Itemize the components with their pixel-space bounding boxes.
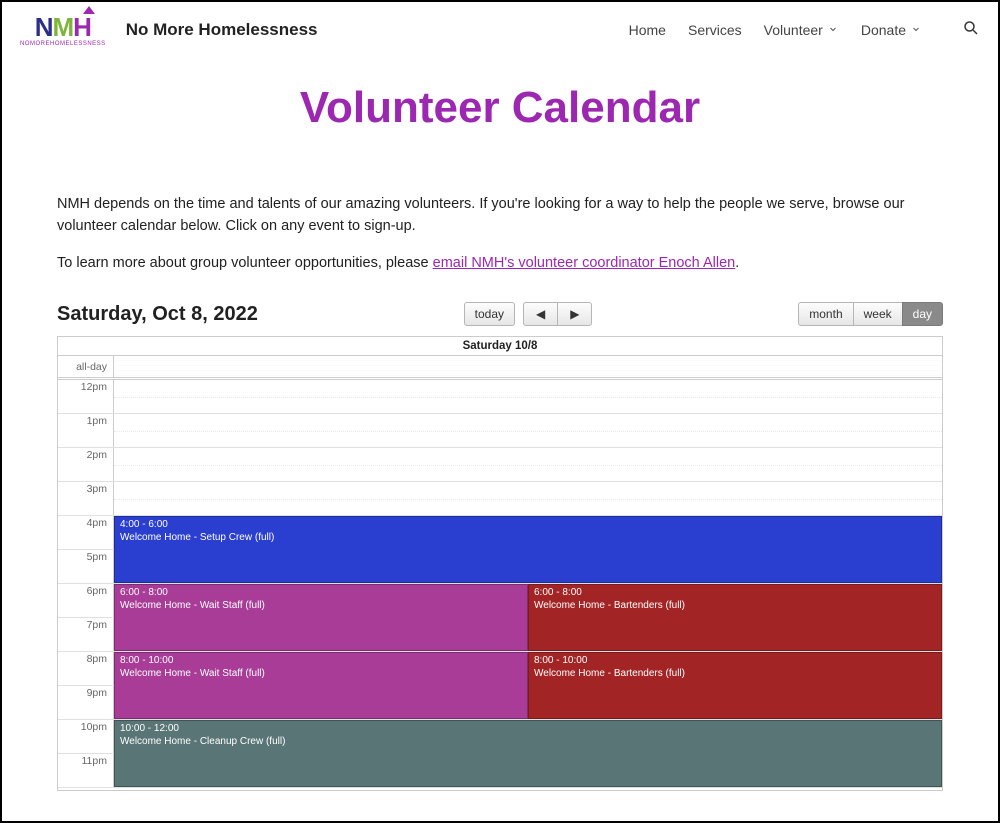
hour-label: 11pm <box>58 754 114 787</box>
event-title: Welcome Home - Setup Crew (full) <box>120 531 936 544</box>
calendar-event[interactable]: 4:00 - 6:00Welcome Home - Setup Crew (fu… <box>114 516 942 583</box>
event-time: 6:00 - 8:00 <box>534 587 936 599</box>
nav-donate[interactable]: Donate <box>861 22 922 38</box>
calendar-event[interactable]: 10:00 - 12:00Welcome Home - Cleanup Crew… <box>114 720 942 787</box>
coordinator-email-link[interactable]: email NMH's volunteer coordinator Enoch … <box>433 255 736 271</box>
view-week-button[interactable]: week <box>853 302 903 326</box>
calendar-grid: Saturday 10/8 all-day 12pm1pm2pm3pm4pm5p… <box>57 336 943 791</box>
event-time: 6:00 - 8:00 <box>120 587 522 599</box>
event-title: Welcome Home - Bartenders (full) <box>534 667 936 680</box>
calendar: Saturday, Oct 8, 2022 today ◀ ▶ month we… <box>2 302 998 791</box>
intro-content: NMH depends on the time and talents of o… <box>2 193 998 274</box>
calendar-column-header: Saturday 10/8 <box>58 337 942 356</box>
allday-row: all-day <box>58 356 942 380</box>
intro2-suffix: . <box>735 255 739 271</box>
view-day-button[interactable]: day <box>902 302 943 326</box>
event-title: Welcome Home - Wait Staff (full) <box>120 599 522 612</box>
hour-label: 6pm <box>58 584 114 617</box>
event-title: Welcome Home - Bartenders (full) <box>534 599 936 612</box>
hour-label: 4pm <box>58 516 114 549</box>
next-button[interactable]: ▶ <box>557 302 592 326</box>
page-title: Volunteer Calendar <box>2 83 998 133</box>
chevron-down-icon <box>910 22 922 38</box>
event-time: 8:00 - 10:00 <box>534 655 936 667</box>
search-icon <box>962 19 980 37</box>
hour-label: 8pm <box>58 652 114 685</box>
hour-label: 1pm <box>58 414 114 447</box>
today-button[interactable]: today <box>464 302 515 326</box>
nav-volunteer-label: Volunteer <box>764 22 823 38</box>
event-title: Welcome Home - Wait Staff (full) <box>120 667 522 680</box>
view-switcher: month week day <box>798 302 943 326</box>
top-nav: NMH NOMOREHOMELESSNESS No More Homelessn… <box>2 2 998 53</box>
site-title: No More Homelessness <box>126 20 318 40</box>
event-time: 4:00 - 6:00 <box>120 519 936 531</box>
nav-donate-label: Donate <box>861 22 906 38</box>
intro2-prefix: To learn more about group volunteer oppo… <box>57 255 433 271</box>
event-time: 8:00 - 10:00 <box>120 655 522 667</box>
hour-label: 7pm <box>58 618 114 651</box>
search-button[interactable] <box>962 19 980 40</box>
nav-arrow-group: ◀ ▶ <box>523 302 592 326</box>
allday-body[interactable] <box>114 356 942 377</box>
time-grid: 12pm1pm2pm3pm4pm5pm6pm7pm8pm9pm10pm11pm … <box>58 380 942 790</box>
calendar-event[interactable]: 8:00 - 10:00Welcome Home - Bartenders (f… <box>528 652 942 719</box>
calendar-event[interactable]: 6:00 - 8:00Welcome Home - Bartenders (fu… <box>528 584 942 651</box>
event-time: 10:00 - 12:00 <box>120 723 936 735</box>
allday-label: all-day <box>58 356 114 377</box>
hour-label: 10pm <box>58 720 114 753</box>
intro-paragraph-2: To learn more about group volunteer oppo… <box>57 252 943 274</box>
hour-label: 12pm <box>58 380 114 413</box>
logo-mark: NMH <box>35 12 91 43</box>
calendar-event[interactable]: 6:00 - 8:00Welcome Home - Wait Staff (fu… <box>114 584 528 651</box>
view-month-button[interactable]: month <box>798 302 853 326</box>
calendar-event[interactable]: 8:00 - 10:00Welcome Home - Wait Staff (f… <box>114 652 528 719</box>
hour-label: 9pm <box>58 686 114 719</box>
intro-paragraph-1: NMH depends on the time and talents of o… <box>57 193 943 238</box>
hour-label: 2pm <box>58 448 114 481</box>
nav-home[interactable]: Home <box>629 22 666 38</box>
hour-label: 3pm <box>58 482 114 515</box>
logo[interactable]: NMH NOMOREHOMELESSNESS No More Homelessn… <box>20 12 317 47</box>
hour-label: 5pm <box>58 550 114 583</box>
prev-button[interactable]: ◀ <box>523 302 558 326</box>
nav-volunteer[interactable]: Volunteer <box>764 22 839 38</box>
house-roof-icon <box>83 6 95 14</box>
calendar-toolbar: Saturday, Oct 8, 2022 today ◀ ▶ month we… <box>57 302 943 326</box>
chevron-down-icon <box>827 22 839 38</box>
event-title: Welcome Home - Cleanup Crew (full) <box>120 735 936 748</box>
nav-links: Home Services Volunteer Donate <box>629 19 980 40</box>
nav-services[interactable]: Services <box>688 22 742 38</box>
calendar-date-label: Saturday, Oct 8, 2022 <box>57 303 258 326</box>
